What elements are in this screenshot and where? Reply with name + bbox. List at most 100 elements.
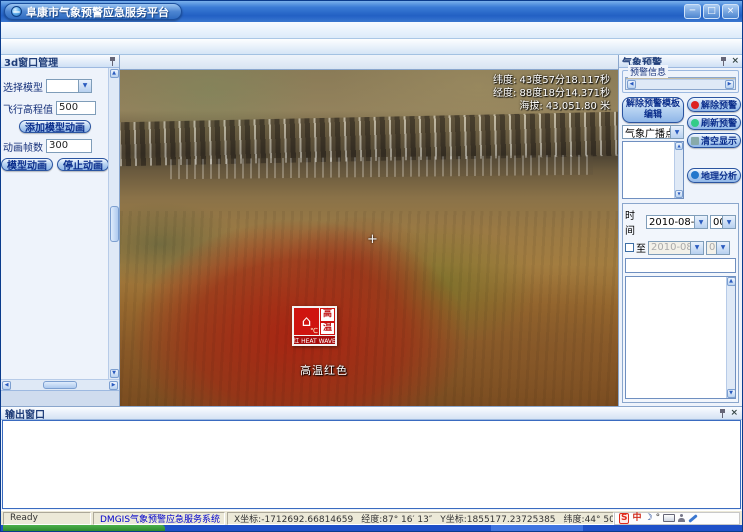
scroll-thumb[interactable]: [43, 381, 77, 389]
weather-list-scrollbar[interactable]: ▲ ▼: [726, 277, 735, 398]
pin-icon[interactable]: [719, 409, 726, 418]
close-icon[interactable]: ×: [731, 57, 739, 66]
scroll-down-icon[interactable]: ▼: [727, 389, 736, 398]
weather-element-list: ▲ ▼: [625, 276, 736, 399]
chevron-down-icon[interactable]: ▼: [694, 216, 707, 228]
output-window-title: 输出窗口: [5, 406, 45, 421]
live-data-panel: 时间 2010-08-13▼ 00▼ 至 2010-08-13▼ 00▼ ▲ ▼: [622, 203, 739, 403]
scroll-right-icon[interactable]: ▶: [109, 381, 118, 390]
scroll-thumb[interactable]: [110, 206, 119, 242]
left-panel-horizontal-scrollbar[interactable]: ◀ ▶: [1, 379, 119, 390]
clear-display-button[interactable]: 清空显示: [687, 133, 741, 148]
model-select-label: 选择模型: [3, 79, 43, 94]
model-animation-button[interactable]: 模型动画: [1, 158, 53, 171]
warning-info-group: 预警信息 ◀ ▶: [622, 70, 739, 93]
output-window: 输出窗口 ×: [1, 406, 742, 510]
status-bar: Ready DMGIS气象预警应急服务系统 X坐标:-1712692.66814…: [1, 510, 742, 525]
to-date-checkbox[interactable]: [625, 243, 634, 252]
geo-analysis-icon: [691, 171, 699, 179]
taskbar-segment: [491, 525, 583, 531]
warning-actions: 解除预警模板编辑 气象广播点▼ ▲ ▼ 解除预警 刷新预警 清空显示: [622, 97, 739, 199]
close-icon[interactable]: ×: [730, 409, 738, 418]
warning-table: ◀ ▶: [625, 77, 736, 90]
status-y-coord: Y坐标:1855177.23725385: [440, 512, 555, 525]
application-window: 阜康市气象预警应急服务平台 ─ □ × 3d窗口管理 选择模型 ▼: [0, 0, 743, 532]
close-button[interactable]: ×: [722, 4, 739, 19]
window-title: 阜康市气象预警应急服务平台: [26, 4, 169, 20]
output-window-header: 输出窗口 ×: [1, 407, 742, 420]
half-moon-icon[interactable]: ☽: [645, 514, 653, 523]
scroll-up-icon[interactable]: ▲: [727, 277, 736, 286]
point-type-list: ▲ ▼: [622, 141, 684, 199]
user-icon[interactable]: [678, 514, 685, 522]
minimize-button[interactable]: ─: [684, 4, 701, 19]
date-combo[interactable]: 2010-08-13▼: [646, 215, 708, 229]
warning-zone-label: 高温红色: [300, 362, 348, 378]
cancel-template-edit-button[interactable]: 解除预警模板编辑: [622, 97, 684, 123]
output-table-container: [2, 420, 741, 509]
date2-combo[interactable]: 2010-08-13▼: [648, 241, 704, 255]
heat-sign-band: 红 HEAT WAVE: [294, 335, 335, 344]
scroll-down-icon[interactable]: ▼: [110, 369, 119, 378]
add-model-animation-button[interactable]: 添加模型动画: [19, 120, 91, 133]
input-method-tray: S 中 ☽ °: [614, 512, 740, 525]
chevron-down-icon[interactable]: ▼: [690, 242, 703, 254]
title-bar: 阜康市气象预警应急服务平台 ─ □ ×: [1, 1, 742, 22]
scroll-up-icon[interactable]: ▲: [110, 69, 119, 78]
restore-button[interactable]: □: [703, 4, 720, 19]
chinese-mode-icon[interactable]: 中: [632, 514, 641, 523]
pin-icon[interactable]: [720, 57, 727, 66]
geo-analysis-button[interactable]: 地理分析: [687, 168, 741, 183]
heat-wave-warning-sign[interactable]: ⌂℃ 高 温 红 HEAT WAVE: [292, 306, 337, 346]
status-latitude: 纬度:44° 50′ 13″: [564, 512, 614, 525]
cancel-warning-button[interactable]: 解除预警: [687, 97, 741, 112]
weather-warning-panel: 气象预警 × 预警信息 ◀ ▶ 解除预警: [618, 55, 742, 406]
scroll-up-icon[interactable]: ▲: [675, 142, 683, 150]
viewport-altitude: 海拔: 43,051.80 米: [493, 100, 610, 113]
to-label: 至: [636, 240, 646, 255]
status-x-coord: X坐标:-1712692.66814659: [234, 512, 353, 525]
pin-icon[interactable]: [109, 57, 116, 66]
frame-count-input[interactable]: 300: [46, 139, 92, 153]
point-type-combo[interactable]: 气象广播点▼: [622, 125, 684, 139]
flight-altitude-label: 飞行高程值: [3, 101, 53, 116]
main-area: 3d窗口管理 选择模型 ▼ 飞行高程值 500 添加模型动画: [1, 55, 742, 406]
trash-icon: [691, 137, 699, 145]
sogou-icon[interactable]: S: [619, 513, 629, 524]
left-panel-vertical-scrollbar[interactable]: ▲ ▼: [108, 68, 119, 379]
status-app-name: DMGIS气象预警应急服务系统: [93, 512, 225, 525]
3d-viewport[interactable]: 纬度: 43度57分18.117秒 经度: 88度18分14.371秒 海拔: …: [120, 70, 618, 406]
flight-altitude-input[interactable]: 500: [56, 101, 96, 115]
snow-ridge: [170, 155, 593, 180]
scroll-left-icon[interactable]: ◀: [2, 381, 11, 390]
point-list-scrollbar[interactable]: ▲ ▼: [674, 142, 683, 198]
frame-count-label: 动画帧数: [3, 139, 43, 154]
scroll-right-icon[interactable]: ▶: [725, 80, 734, 89]
hour-combo[interactable]: 00▼: [710, 215, 736, 229]
wrench-icon[interactable]: [688, 514, 698, 523]
chevron-down-icon[interactable]: ▼: [722, 216, 735, 228]
warning-table-hscrollbar[interactable]: ◀ ▶: [626, 79, 735, 89]
map-window-tabs: [120, 55, 618, 70]
chevron-down-icon[interactable]: ▼: [78, 80, 91, 92]
hour2-combo[interactable]: 00▼: [706, 241, 730, 255]
stop-animation-button[interactable]: 停止动画: [57, 158, 109, 171]
refresh-warning-button[interactable]: 刷新预警: [687, 115, 741, 130]
model-select-combo[interactable]: ▼: [46, 79, 92, 93]
punctuation-icon[interactable]: °: [656, 514, 661, 523]
element-filter-box[interactable]: [625, 258, 736, 273]
center-column: 纬度: 43度57分18.117秒 经度: 88度18分14.371秒 海拔: …: [120, 55, 618, 406]
left-panel-tabs: [1, 390, 119, 406]
keyboard-icon[interactable]: [663, 514, 675, 522]
start-button-edge: [3, 525, 165, 531]
app-globe-icon: [11, 6, 22, 17]
scroll-down-icon[interactable]: ▼: [675, 190, 683, 198]
chevron-down-icon[interactable]: ▼: [670, 126, 683, 138]
scroll-left-icon[interactable]: ◀: [627, 80, 636, 89]
left-panel-body: 选择模型 ▼ 飞行高程值 500 添加模型动画 动画帧数 300 模型动画 停止…: [1, 68, 119, 379]
chevron-down-icon[interactable]: ▼: [716, 242, 729, 254]
cancel-warning-icon: [691, 101, 699, 109]
left-panel-3d-window-manager: 3d窗口管理 选择模型 ▼ 飞行高程值 500 添加模型动画: [1, 55, 120, 406]
menu-bar: [1, 22, 742, 39]
title-capsule: 阜康市气象预警应急服务平台: [4, 3, 182, 20]
